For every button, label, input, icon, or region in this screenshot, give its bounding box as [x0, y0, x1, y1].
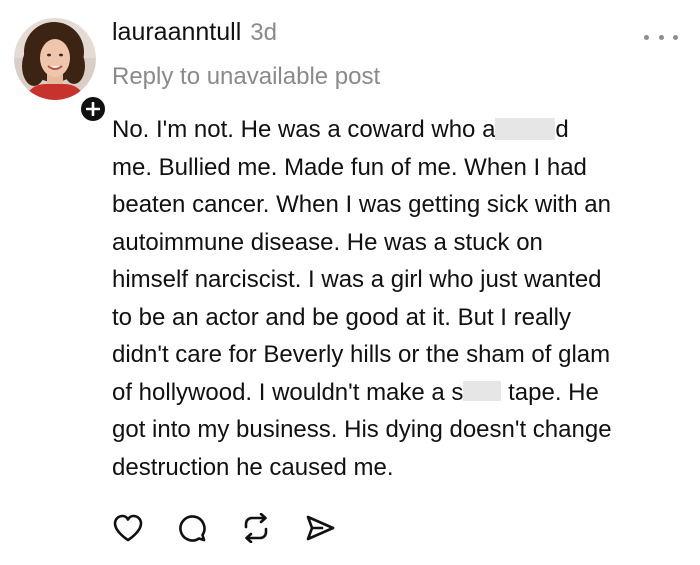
username-link[interactable]: lauraanntull — [112, 18, 241, 47]
follow-button[interactable] — [78, 94, 108, 124]
body-line: destruction he caused me. — [112, 453, 394, 481]
comment-icon — [179, 515, 206, 542]
body-line: autoimmune disease. He was a stuck on — [112, 228, 543, 256]
censor-bar — [495, 117, 556, 140]
more-options-icon — [644, 34, 649, 40]
body-line: himself narciscist. I was a girl who jus… — [112, 266, 602, 293]
post-header: lauraanntull 3d — [112, 18, 277, 47]
body-line: beaten cancer. When I was getting sick w… — [112, 191, 611, 218]
body-line: me. Bullied me. Made fun of me. When I h… — [112, 153, 587, 181]
censor-bar — [463, 381, 502, 402]
like-button[interactable] — [108, 508, 148, 548]
body-line: of hollywood. I wouldn't make a s tape. … — [112, 374, 692, 412]
repost-button[interactable] — [236, 508, 276, 548]
action-bar — [108, 508, 340, 548]
body-line: to be an actor and be good at it. But I … — [112, 303, 571, 331]
more-options-button[interactable] — [644, 30, 678, 44]
comment-button[interactable] — [172, 508, 212, 548]
reply-context[interactable]: Reply to unavailable post — [112, 63, 380, 91]
body-text-segment: No. I'm not. He was a coward who a — [112, 116, 496, 143]
body-line: didn't care for Beverly hills or the sha… — [112, 341, 611, 368]
body-text-segment: tape. He — [501, 378, 599, 406]
avatar[interactable] — [14, 18, 96, 100]
more-options-icon-dot — [658, 34, 664, 40]
post-body: No. I'm not. He was a coward who a d me. … — [112, 111, 692, 486]
body-text-segment: of hollywood. I wouldn't make a s — [112, 378, 464, 406]
send-icon — [306, 515, 335, 541]
body-line: got into my business. His dying doesn't … — [112, 416, 612, 443]
threads-reply-post: lauraanntull 3d Reply to unavailable pos… — [0, 0, 700, 565]
repost-icon — [244, 513, 268, 543]
body-line: No. I'm not. He was a coward who a d — [112, 111, 692, 149]
post-timestamp[interactable]: 3d — [250, 19, 277, 47]
heart-icon — [113, 514, 143, 542]
avatar-container[interactable] — [14, 18, 108, 124]
plus-icon — [86, 102, 100, 116]
body-text-segment: d — [555, 116, 569, 143]
share-button[interactable] — [300, 508, 340, 548]
more-options-icon-dot — [673, 34, 678, 40]
